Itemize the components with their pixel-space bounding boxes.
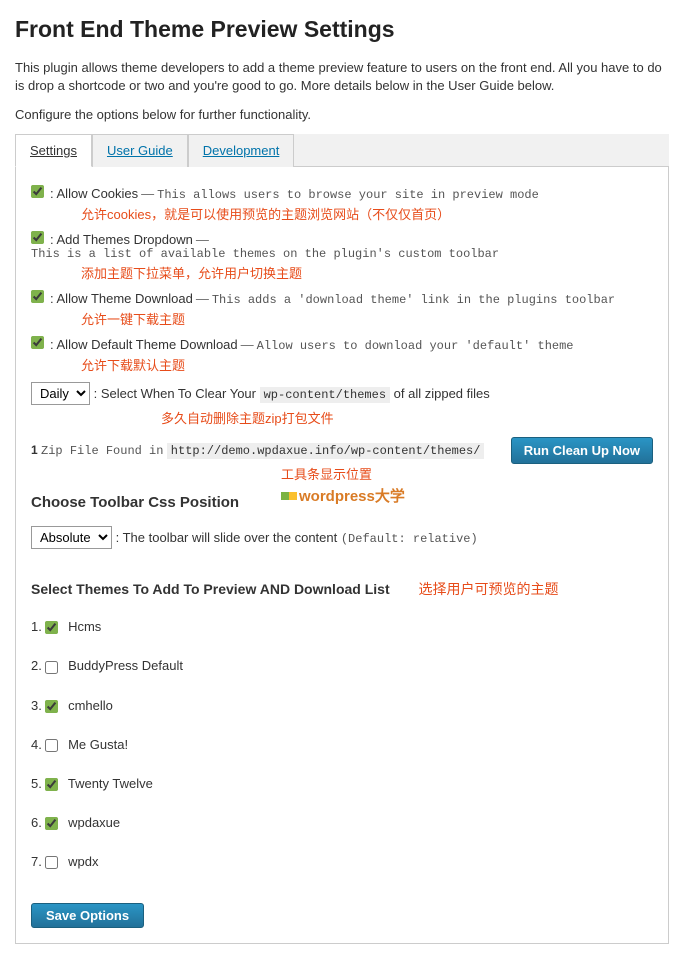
allow-download-desc: This adds a 'download theme' link in the… xyxy=(212,293,615,307)
zip-info: 1 Zip File Found in http://demo.wpdaxue.… xyxy=(31,443,484,458)
page-title: Front End Theme Preview Settings xyxy=(15,10,669,49)
theme-checkbox-hcms[interactable] xyxy=(45,621,58,634)
run-cleanup-button[interactable]: Run Clean Up Now xyxy=(511,437,653,464)
theme-checkbox-wpdx[interactable] xyxy=(45,856,58,869)
theme-list: 1. Hcms 2. BuddyPress Default 3. cmhello… xyxy=(31,619,653,868)
theme-item: 7. wpdx xyxy=(31,854,653,869)
theme-item: 1. Hcms xyxy=(31,619,653,634)
toolbar-position-select[interactable]: Absolute xyxy=(31,526,112,549)
allow-default-download-checkbox[interactable] xyxy=(31,336,44,349)
toolbar-section-title: Choose Toolbar Css Position xyxy=(31,494,239,511)
allow-download-label: : Allow Theme Download xyxy=(50,291,193,306)
allow-default-download-desc: Allow users to download your 'default' t… xyxy=(257,339,574,353)
toolbar-desc: : The toolbar will slide over the conten… xyxy=(116,530,338,545)
tab-development[interactable]: Development xyxy=(188,134,295,167)
tabs-bar: Settings User Guide Development xyxy=(15,134,669,167)
allow-download-annotation: 允许一键下载主题 xyxy=(81,309,653,328)
theme-item: 3. cmhello xyxy=(31,698,653,713)
clear-path: wp-content/themes xyxy=(260,387,390,403)
tab-settings[interactable]: Settings xyxy=(15,134,92,167)
allow-cookies-checkbox[interactable] xyxy=(31,185,44,198)
add-dropdown-annotation: 添加主题下拉菜单，允许用户切换主题 xyxy=(81,263,653,282)
allow-default-download-annotation: 允许下载默认主题 xyxy=(81,355,653,374)
allow-cookies-desc: This allows users to browse your site in… xyxy=(157,188,539,202)
add-dropdown-checkbox[interactable] xyxy=(31,231,44,244)
tab-user-guide[interactable]: User Guide xyxy=(92,134,188,167)
add-dropdown-label: : Add Themes Dropdown xyxy=(50,232,193,247)
allow-default-download-label: : Allow Default Theme Download xyxy=(50,337,238,352)
allow-cookies-label: : Allow Cookies xyxy=(50,186,138,201)
watermark: 工具条显示位置 wordpress大学 xyxy=(281,464,405,506)
add-dropdown-desc: This is a list of available themes on th… xyxy=(31,247,499,261)
clear-schedule-select[interactable]: Daily xyxy=(31,382,90,405)
theme-item: 5. Twenty Twelve xyxy=(31,776,653,791)
allow-cookies-annotation: 允许cookies，就是可以使用预览的主题浏览网站（不仅仅首页） xyxy=(81,204,653,223)
clear-schedule-annotation: 多久自动删除主题zip打包文件 xyxy=(161,408,653,427)
toolbar-default-note: (Default: relative) xyxy=(341,532,478,546)
theme-checkbox-megusta[interactable] xyxy=(45,739,58,752)
clear-schedule-label: : Select When To Clear Your xyxy=(94,386,256,401)
theme-checkbox-wpdaxue[interactable] xyxy=(45,817,58,830)
theme-item: 6. wpdaxue xyxy=(31,815,653,830)
theme-checkbox-cmhello[interactable] xyxy=(45,700,58,713)
configure-text: Configure the options below for further … xyxy=(15,107,669,122)
clear-suffix: of all zipped files xyxy=(394,386,490,401)
intro-text: This plugin allows theme developers to a… xyxy=(15,59,669,95)
themes-section-title: Select Themes To Add To Preview AND Down… xyxy=(31,579,653,599)
allow-download-checkbox[interactable] xyxy=(31,290,44,303)
theme-item: 2. BuddyPress Default xyxy=(31,658,653,673)
theme-checkbox-twentytwelve[interactable] xyxy=(45,778,58,791)
theme-checkbox-buddypress[interactable] xyxy=(45,661,58,674)
save-options-button[interactable]: Save Options xyxy=(31,903,144,928)
theme-item: 4. Me Gusta! xyxy=(31,737,653,752)
tab-content: : Allow Cookies — This allows users to b… xyxy=(15,167,669,943)
